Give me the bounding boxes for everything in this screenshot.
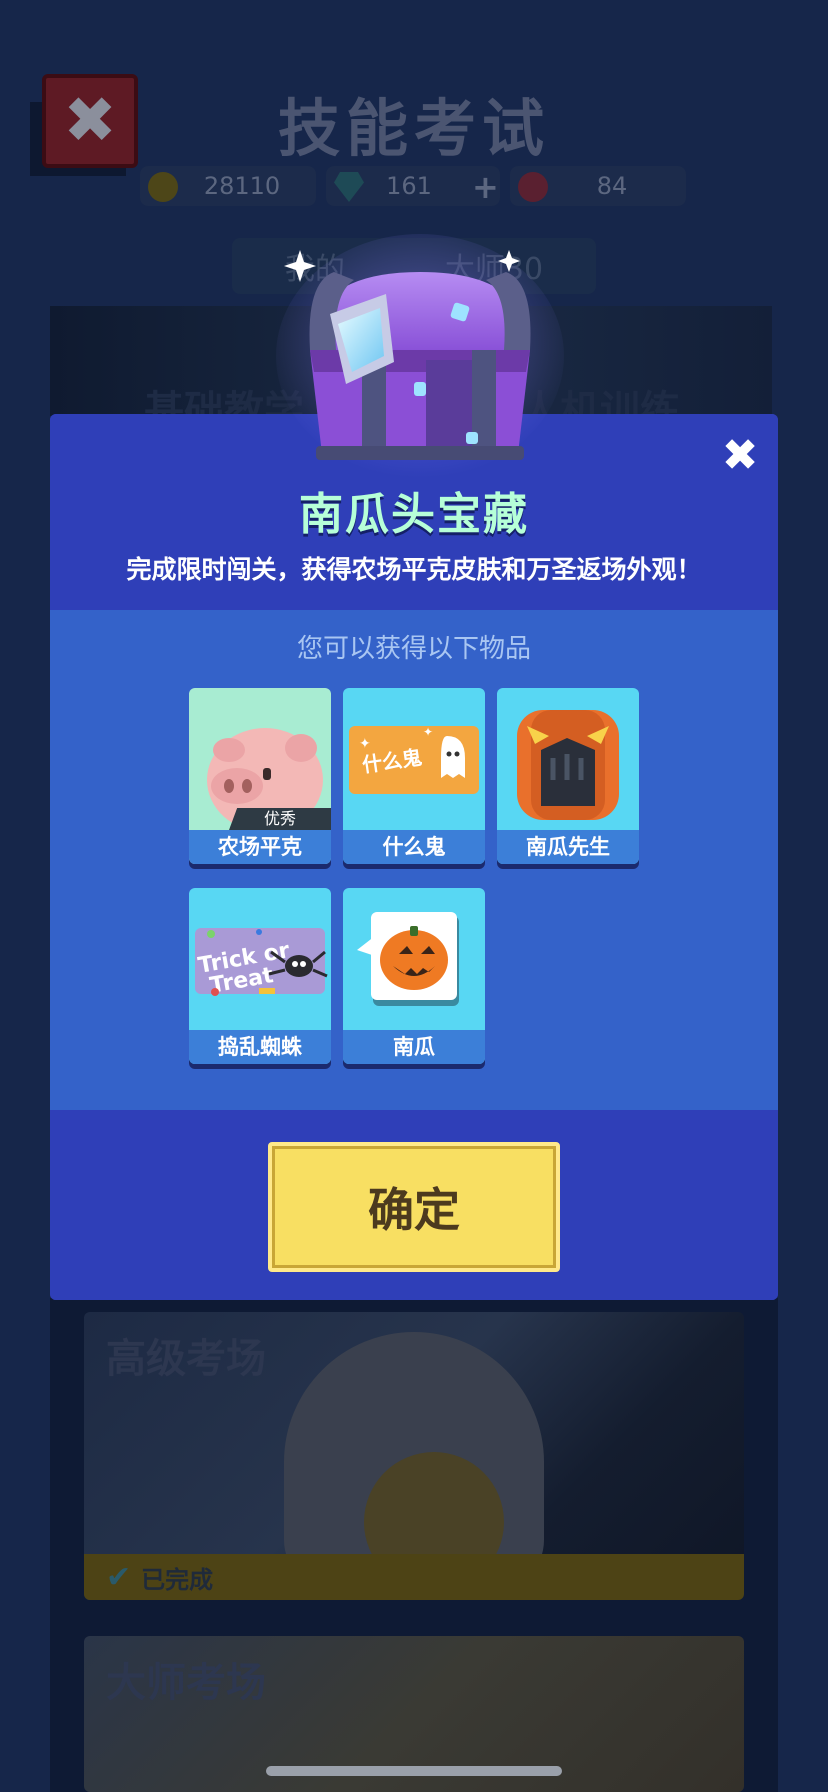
reward-item-mr-pumpkin[interactable]: 南瓜先生 <box>497 688 639 864</box>
gold-coin-icon <box>148 172 178 202</box>
reward-item-pumpkin[interactable]: 南瓜 <box>343 888 485 1064</box>
modal-title: 南瓜头宝藏 <box>299 489 529 540</box>
pumpkin-head-icon <box>517 710 619 820</box>
check-icon: ✔ <box>106 1559 132 1595</box>
spider-sticker-icon: Trick or Treat <box>195 928 328 999</box>
reward-item-label: 农场平克 <box>189 830 331 864</box>
advanced-exam-card[interactable]: 高级考场 ✔ 已完成 <box>84 1312 744 1600</box>
gold-value: 28110 <box>203 172 281 200</box>
gem-value: 161 <box>386 172 432 200</box>
treasure-chest-icon <box>276 234 564 478</box>
token-value: 84 <box>596 172 628 200</box>
reward-list: 您可以获得以下物品 优秀 农场平克 什么鬼 ✦ ✦ 什么鬼 南瓜先生 Trick… <box>50 610 778 1110</box>
completed-label: 已完成 <box>141 1565 214 1594</box>
reward-item-label: 南瓜先生 <box>497 830 639 864</box>
modal-footer: 确定 <box>50 1110 778 1300</box>
jack-o-lantern-icon <box>357 912 459 1006</box>
reward-item-naughty-spider[interactable]: Trick or Treat 捣乱蜘蛛 <box>189 888 331 1064</box>
advanced-exam-title: 高级考场 <box>106 1336 266 1382</box>
page-title: 技能考试 <box>277 92 550 165</box>
reward-modal: 南瓜头宝藏 完成限时闯关，获得农场平克皮肤和万圣返场外观！ ✖ 您可以获得以下物… <box>50 414 778 1300</box>
token-icon <box>518 172 548 202</box>
reward-item-farm-pink[interactable]: 优秀 农场平克 <box>189 688 331 864</box>
svg-text:✦: ✦ <box>423 725 433 739</box>
reward-item-label: 南瓜 <box>343 1030 485 1064</box>
rarity-tag: 优秀 <box>229 808 331 830</box>
add-gems-icon[interactable]: + <box>472 168 499 206</box>
home-indicator[interactable] <box>266 1766 562 1776</box>
reward-item-label: 捣乱蜘蛛 <box>189 1030 331 1064</box>
completed-bar: ✔ 已完成 <box>84 1554 744 1600</box>
svg-text:✦: ✦ <box>359 736 371 752</box>
reward-item-label: 什么鬼 <box>343 830 485 864</box>
reward-section-label: 您可以获得以下物品 <box>296 634 531 664</box>
confirm-button[interactable]: 确定 <box>268 1142 560 1272</box>
ghost-sticker-icon: 什么鬼 ✦ ✦ <box>349 725 479 794</box>
close-icon[interactable]: ✖ <box>718 434 762 478</box>
master-exam-title: 大师考场 <box>106 1660 266 1706</box>
modal-subtitle: 完成限时闯关，获得农场平克皮肤和万圣返场外观！ <box>126 555 702 584</box>
reward-item-ghost[interactable]: 什么鬼 ✦ ✦ 什么鬼 <box>343 688 485 864</box>
